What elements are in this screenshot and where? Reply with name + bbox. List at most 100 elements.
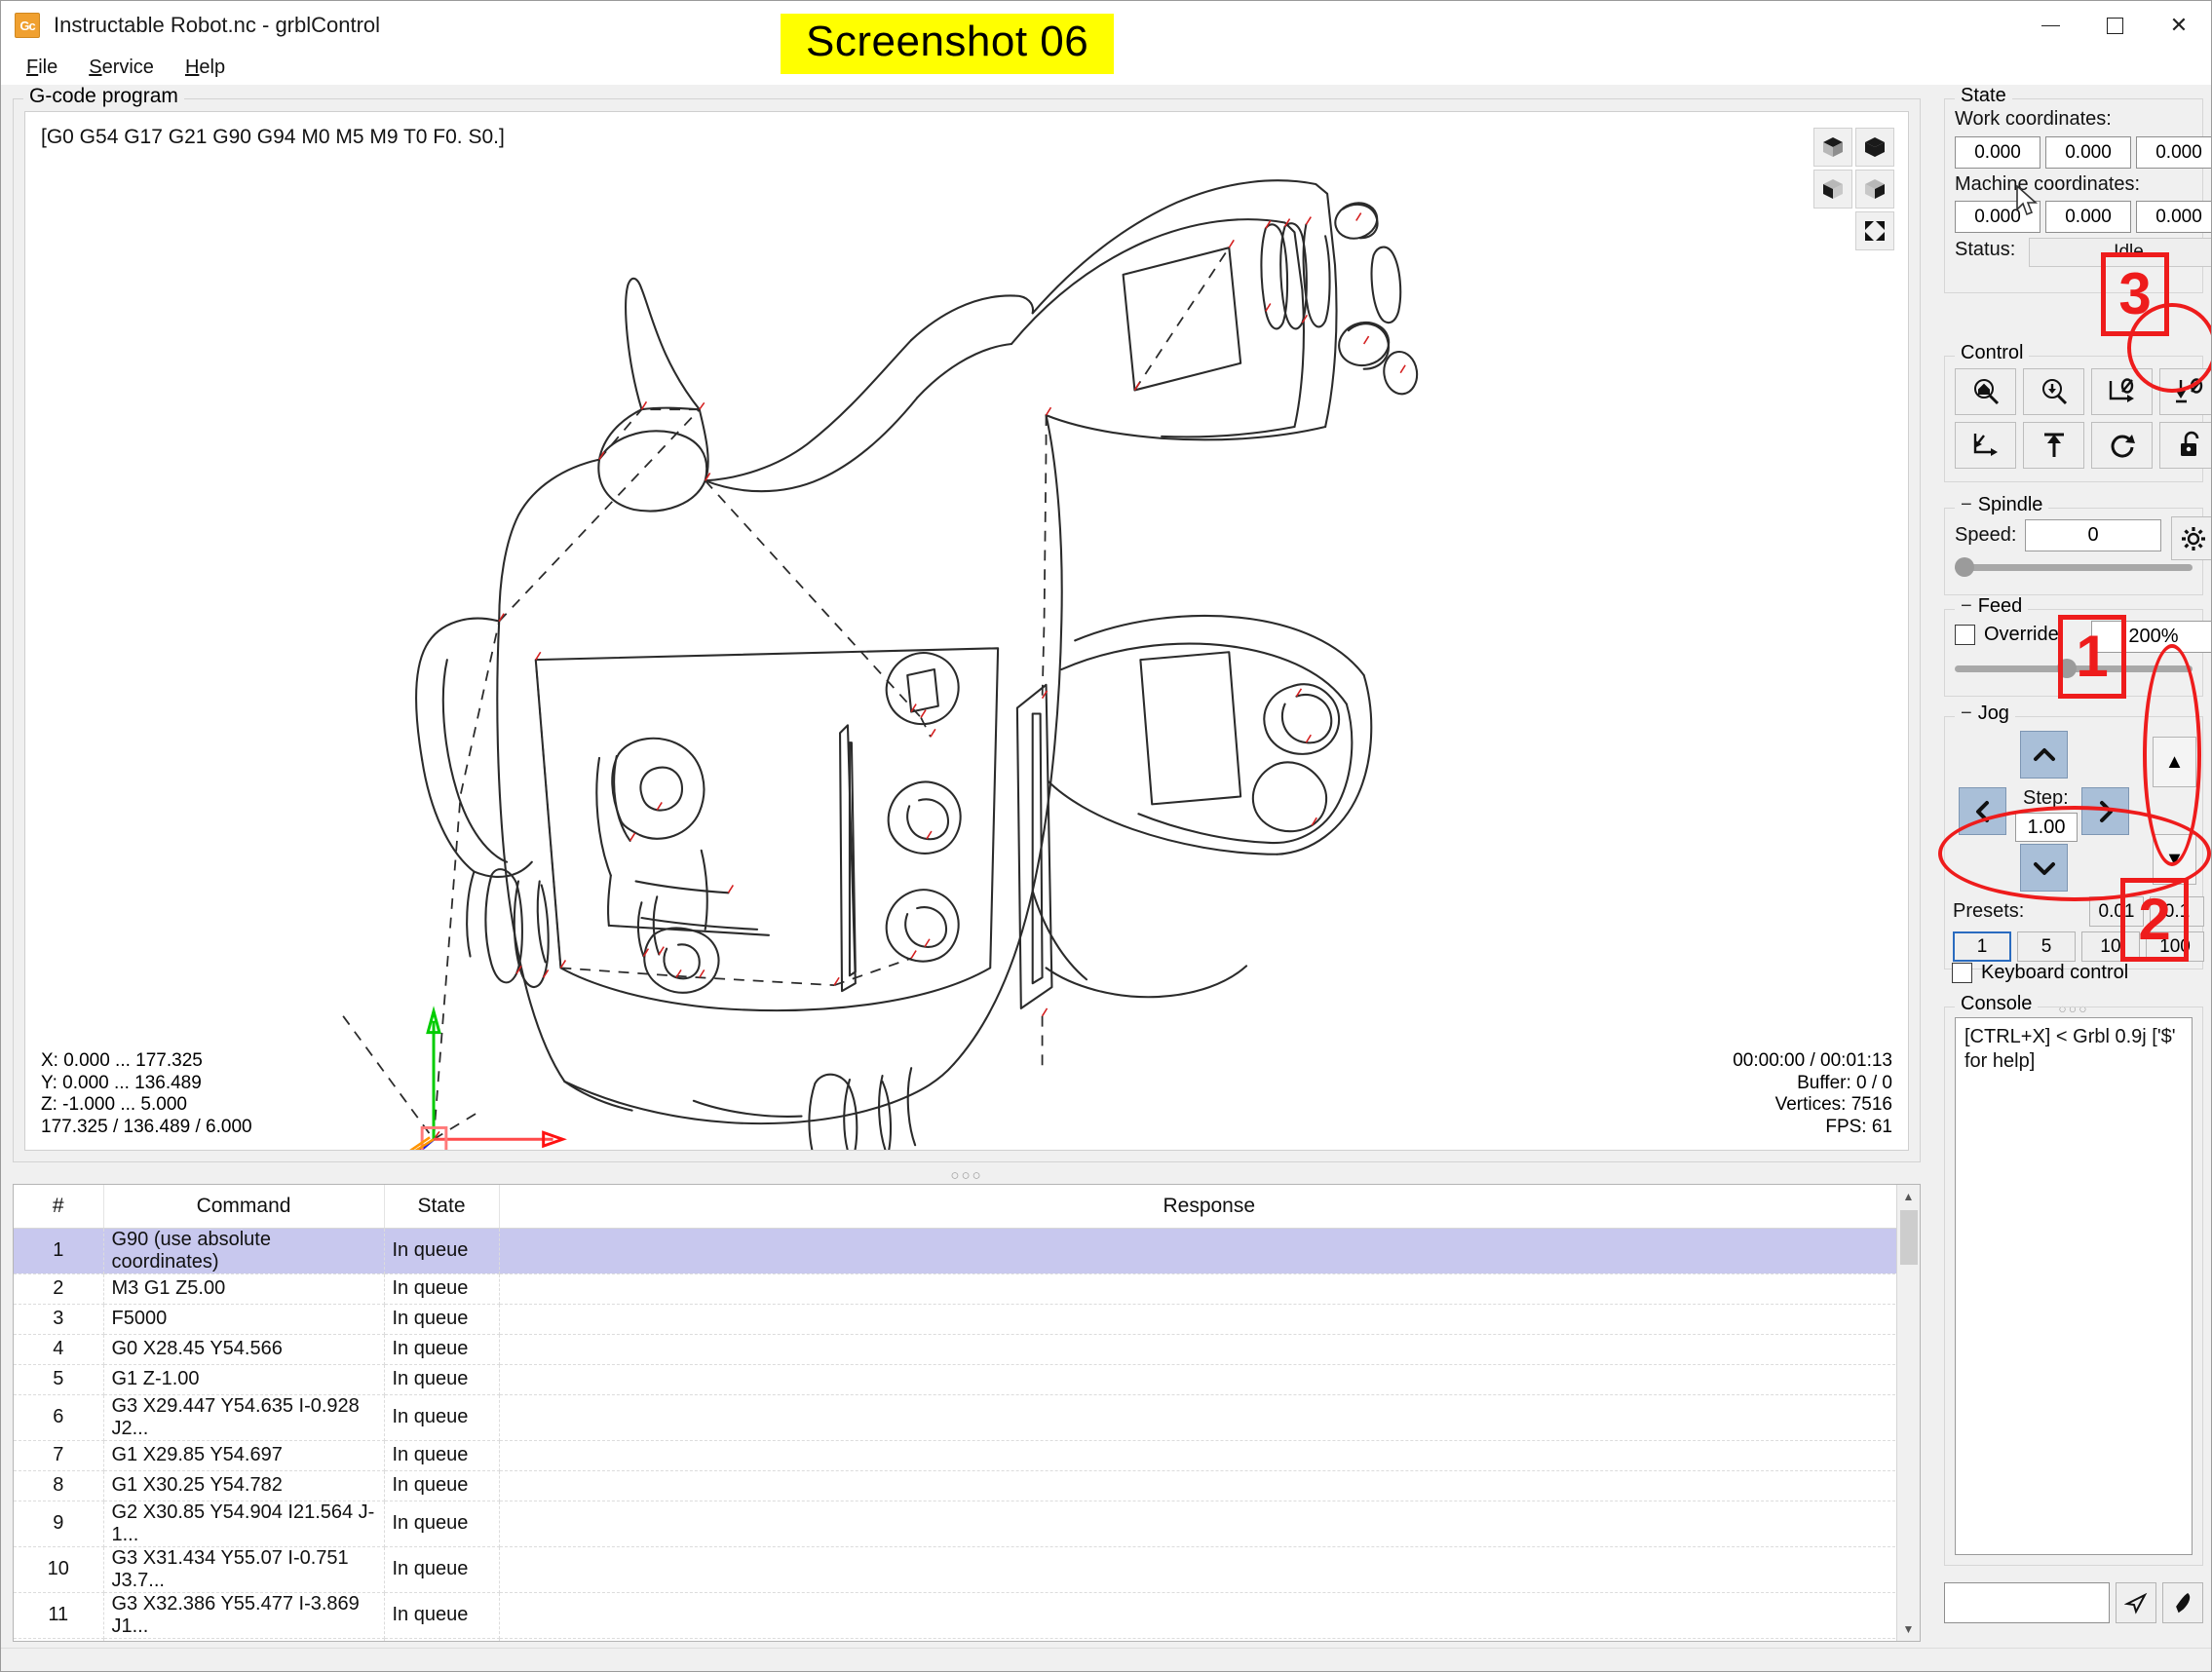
override-box[interactable] — [1955, 625, 1975, 645]
cell-response — [499, 1334, 1920, 1364]
column-header-state[interactable]: State — [384, 1185, 499, 1228]
cell-command: G3 X29.447 Y54.635 I-0.928 J2... — [103, 1394, 384, 1440]
cell-command: F5000 — [103, 1304, 384, 1334]
table-row[interactable]: 10G3 X31.434 Y55.07 I-0.751 J3.7...In qu… — [14, 1546, 1920, 1592]
control-panel-title: Control — [1955, 342, 2029, 364]
cell-row-number: 7 — [14, 1440, 103, 1470]
preset-10-button[interactable]: 10 — [2081, 931, 2140, 962]
scroll-thumb[interactable] — [1900, 1210, 1918, 1265]
command-table[interactable]: # Command State Response 1G90 (use absol… — [13, 1184, 1921, 1642]
console-output[interactable]: [CTRL+X] < Grbl 0.9j ['$' for help] — [1955, 1017, 2193, 1555]
table-row[interactable]: 7G1 X29.85 Y54.697In queue — [14, 1440, 1920, 1470]
console-input[interactable] — [1944, 1582, 2110, 1623]
scroll-up-icon[interactable]: ▲ — [1897, 1185, 1920, 1208]
send-icon[interactable] — [2116, 1582, 2156, 1623]
menu-help-rest: elp — [199, 57, 225, 78]
origin-axes-gizmo — [402, 1011, 562, 1150]
menu-help[interactable]: Help — [172, 54, 239, 82]
menu-file[interactable]: File — [13, 54, 71, 82]
table-row[interactable]: 3F5000In queue — [14, 1304, 1920, 1334]
menu-service-rest: ervice — [102, 57, 154, 78]
feed-override-checkbox[interactable]: Override: — [1955, 624, 2064, 646]
spindle-speed-slider[interactable] — [1955, 564, 2193, 571]
cell-response — [499, 1394, 1920, 1440]
feed-override-input[interactable]: 200% — [2091, 621, 2212, 653]
safe-position-icon[interactable] — [1955, 422, 2016, 469]
cell-command: G3 X33.281 Y55.987 I-3.325 J6.... — [103, 1638, 384, 1642]
cell-state: In queue — [384, 1394, 499, 1440]
preset-0-1-button[interactable]: 0.1 — [2150, 896, 2204, 927]
feed-slider-knob[interactable] — [2057, 659, 2077, 678]
home-search-icon[interactable] — [1955, 368, 2016, 415]
cell-state: In queue — [384, 1501, 499, 1546]
minus-icon[interactable]: − — [1961, 595, 1972, 617]
jog-step-spinner[interactable]: ▲ ▼ — [2153, 737, 2196, 885]
table-row[interactable]: 2M3 G1 Z5.00In queue — [14, 1273, 1920, 1304]
column-header-number[interactable]: # — [14, 1185, 103, 1228]
jog-left-icon[interactable] — [1959, 787, 2006, 835]
presets-label: Presets: — [1953, 900, 2024, 923]
machine-z-field[interactable]: 0.000 — [2136, 201, 2212, 233]
isometric-view-2-icon[interactable] — [1855, 128, 1894, 167]
work-x-field[interactable]: 0.000 — [1955, 136, 2040, 169]
table-row[interactable]: 6G3 X29.447 Y54.635 I-0.928 J2...In queu… — [14, 1394, 1920, 1440]
isometric-view-1-icon[interactable] — [1813, 128, 1852, 167]
state-panel: State Work coordinates: 0.000 0.000 0.00… — [1944, 98, 2203, 293]
table-row[interactable]: 4G0 X28.45 Y54.566In queue — [14, 1334, 1920, 1364]
preset-1-button[interactable]: 1 — [1953, 931, 2011, 962]
clear-icon[interactable] — [2162, 1582, 2203, 1623]
jog-up-icon[interactable] — [2020, 731, 2068, 779]
panel-splitter[interactable]: ○○○ — [13, 1166, 1921, 1184]
spin-up-icon[interactable]: ▲ — [2153, 737, 2196, 787]
fit-to-screen-icon[interactable] — [1855, 211, 1894, 250]
cell-response — [499, 1228, 1920, 1273]
menu-service[interactable]: Service — [75, 54, 168, 82]
table-row[interactable]: 1G90 (use absolute coordinates)In queue — [14, 1228, 1920, 1273]
table-row[interactable]: 8G1 X30.25 Y54.782In queue — [14, 1470, 1920, 1501]
move-up-icon[interactable] — [2023, 422, 2084, 469]
table-row[interactable]: 9G2 X30.85 Y54.904 I21.564 J-1...In queu… — [14, 1501, 1920, 1546]
keyboard-control-box[interactable] — [1952, 963, 1972, 983]
preset-0-01-button[interactable]: 0.01 — [2089, 896, 2144, 927]
jog-down-icon[interactable] — [2020, 844, 2068, 892]
close-icon[interactable]: ✕ — [2147, 1, 2211, 50]
machine-coordinates-label: Machine coordinates: — [1955, 173, 2140, 196]
column-header-response[interactable]: Response — [499, 1185, 1920, 1228]
minus-icon[interactable]: − — [1961, 703, 1972, 724]
keyboard-control-checkbox[interactable]: Keyboard control — [1952, 962, 2128, 984]
table-row[interactable]: 11G3 X32.386 Y55.477 I-3.869 J1...In que… — [14, 1592, 1920, 1638]
work-z-field[interactable]: 0.000 — [2136, 136, 2212, 169]
spindle-slider-knob[interactable] — [1955, 557, 1974, 577]
jog-right-icon[interactable] — [2081, 787, 2129, 835]
preset-100-button[interactable]: 100 — [2146, 931, 2204, 962]
scroll-down-icon[interactable]: ▼ — [1897, 1617, 1920, 1641]
table-row[interactable]: 12G3 X33.281 Y55.987 I-3.325 J6....In qu… — [14, 1638, 1920, 1642]
gcode-3d-viewer[interactable]: [G0 G54 G17 G21 G90 G94 M0 M5 M9 T0 F0. … — [24, 111, 1909, 1151]
machine-y-field[interactable]: 0.000 — [2045, 201, 2131, 233]
feed-override-slider[interactable] — [1955, 665, 2193, 672]
work-coordinates-row: 0.000 0.000 0.000 — [1955, 136, 2212, 169]
unlock-icon[interactable] — [2159, 422, 2212, 469]
control-buttons-grid — [1955, 368, 2212, 469]
table-scrollbar[interactable]: ▲ ▼ — [1896, 1185, 1920, 1641]
table-row[interactable]: 5G1 Z-1.00In queue — [14, 1364, 1920, 1394]
isometric-view-3-icon[interactable] — [1813, 170, 1852, 209]
restore-origin-icon[interactable] — [2091, 422, 2153, 469]
cell-response — [499, 1440, 1920, 1470]
gear-icon[interactable] — [2171, 516, 2212, 560]
column-header-command[interactable]: Command — [103, 1185, 384, 1228]
jog-step-input[interactable]: 1.00 — [2015, 813, 2078, 842]
status-label: Status: — [1955, 239, 2015, 261]
zero-z-icon[interactable] — [2159, 368, 2212, 415]
spindle-speed-input[interactable]: 0 — [2025, 519, 2161, 551]
zero-xy-icon[interactable] — [2091, 368, 2153, 415]
preset-5-button[interactable]: 5 — [2017, 931, 2076, 962]
cell-response — [499, 1470, 1920, 1501]
probe-search-icon[interactable] — [2023, 368, 2084, 415]
work-y-field[interactable]: 0.000 — [2045, 136, 2131, 169]
minimize-icon[interactable] — [2018, 1, 2082, 50]
isometric-view-4-icon[interactable] — [1855, 170, 1894, 209]
spin-down-icon[interactable]: ▼ — [2153, 834, 2196, 885]
minus-icon[interactable]: − — [1961, 494, 1972, 515]
maximize-icon[interactable] — [2082, 1, 2147, 50]
